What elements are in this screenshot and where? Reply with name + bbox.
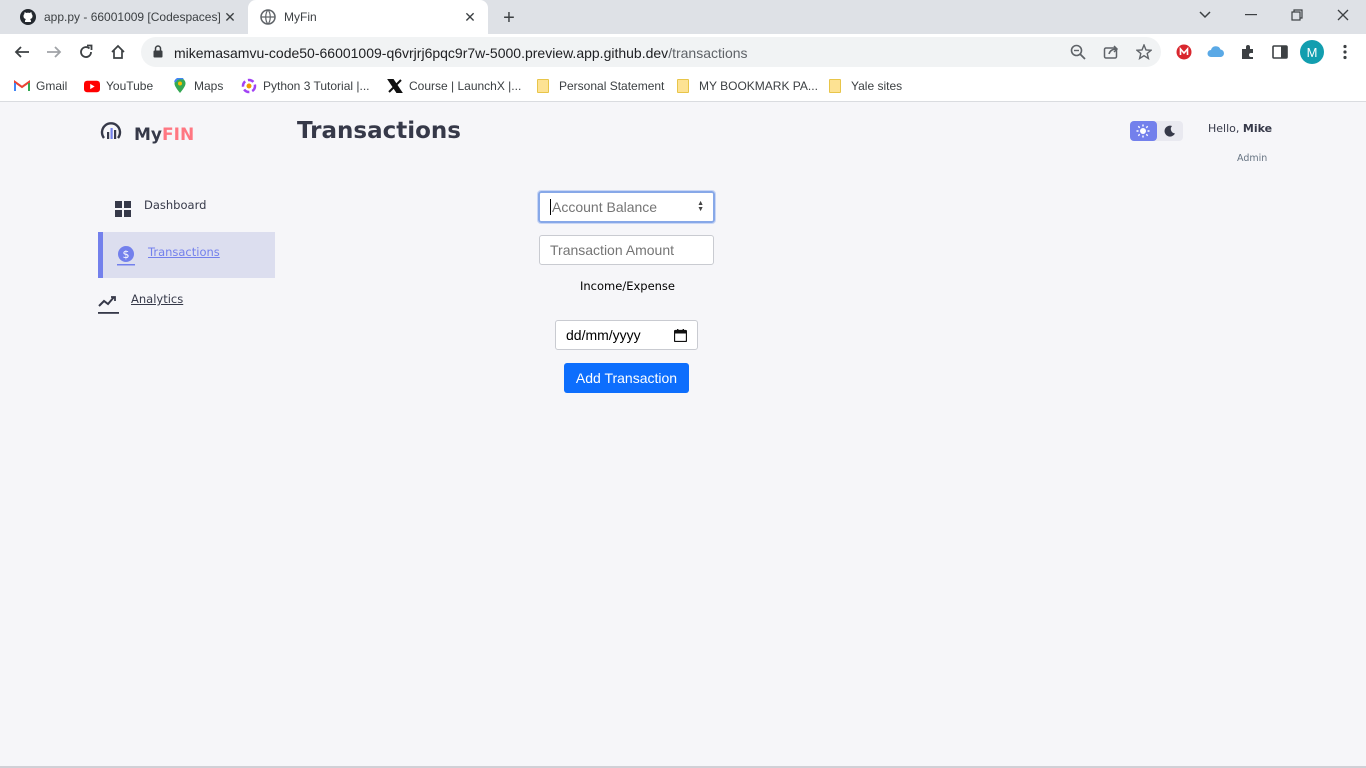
close-tab-icon[interactable]: ✕ [220,7,240,27]
bookmark-label: Course | LaunchX |... [409,79,522,93]
url-text: mikemasamvu-code50-66001009-q6vrjrj6pqc9… [174,45,748,61]
browser-toolbar: mikemasamvu-code50-66001009-q6vrjrj6pqc9… [0,34,1366,70]
logo-text: MyFIN [134,125,194,145]
sidebar-item-label: Dashboard [144,198,207,212]
globe-icon [260,9,276,25]
github-icon [20,9,36,25]
greeting-text: Hello, [1208,122,1240,135]
theme-toggler[interactable] [1130,121,1183,141]
youtube-icon [84,78,100,94]
new-tab-icon[interactable]: + [498,7,520,29]
transaction-amount-input[interactable]: Transaction Amount [539,235,714,265]
folder-icon [675,78,691,94]
logo-my: My [134,124,162,145]
bookmark-personal-statement[interactable]: Personal Statement [535,77,664,95]
folder-icon [535,78,551,94]
text-caret [550,199,551,215]
maps-icon [172,78,188,94]
back-arrow-icon[interactable] [10,40,34,64]
python-tutorial-icon [241,78,257,94]
bookmark-launchx[interactable]: Course | LaunchX |... [387,77,521,95]
account-balance-input[interactable]: Account Balance ▲ ▼ [537,190,716,224]
bookmark-my-bookmark-pa[interactable]: MY BOOKMARK PA... [675,77,818,95]
sidebar-item-label[interactable]: Transactions [148,245,220,259]
browser-tab-strip: app.py - 66001009 [Codespaces] ✕ MyFin ✕… [0,0,1366,34]
bookmark-label: Python 3 Tutorial |... [263,79,370,93]
extension-cloud-icon[interactable] [1206,42,1226,62]
moon-icon[interactable] [1157,121,1184,141]
date-placeholder: dd/mm/yyyy [566,327,641,343]
close-window-icon[interactable] [1320,0,1366,30]
home-icon[interactable] [106,40,130,64]
bookmark-python-tutorial[interactable]: Python 3 Tutorial |... [241,77,370,95]
close-tab-icon[interactable]: ✕ [460,7,480,27]
sidebar-item-label[interactable]: Analytics [131,292,183,306]
folder-icon [827,78,843,94]
bookmark-label: Maps [194,79,224,93]
zoom-icon[interactable] [1069,43,1087,61]
analytics-chart-icon [98,293,120,314]
bookmark-maps[interactable]: Maps [172,77,223,95]
browser-tab-myfin[interactable]: MyFin ✕ [248,0,488,34]
date-input[interactable]: dd/mm/yyyy [555,320,698,350]
sidebar-item-dashboard[interactable]: Dashboard [98,186,275,232]
bookmark-label: MY BOOKMARK PA... [699,79,818,93]
page-title: Transactions [297,118,461,144]
sidebar-item-transactions[interactable]: $ Transactions [98,232,275,278]
restore-icon[interactable] [1274,0,1320,30]
number-spinner-icon[interactable]: ▲ ▼ [697,200,704,213]
bookmark-yale-sites[interactable]: Yale sites [827,77,902,95]
app-logo[interactable]: MyFIN [100,121,194,148]
gmail-icon [14,78,30,94]
bookmark-label: YouTube [106,79,154,93]
sun-icon[interactable] [1130,121,1157,141]
url-host: mikemasamvu-code50-66001009-q6vrjrj6pqc9… [174,45,669,61]
forward-arrow-icon[interactable] [42,40,66,64]
browser-tab-codespaces[interactable]: app.py - 66001009 [Codespaces] ✕ [8,0,248,34]
side-panel-icon[interactable] [1270,42,1290,62]
share-icon[interactable] [1102,43,1120,61]
extension-mega-icon[interactable] [1174,42,1194,62]
tab-search-chevron-icon[interactable] [1182,0,1228,30]
bookmark-label: Personal Statement [559,79,665,93]
profile-avatar[interactable]: M [1300,40,1324,64]
transaction-amount-placeholder: Transaction Amount [550,242,674,258]
user-greeting: Hello, Mike [1208,122,1272,135]
calendar-icon[interactable] [673,329,688,345]
income-expense-label: Income/Expense [580,279,675,293]
logo-fin: FIN [162,124,195,145]
url-path: /transactions [668,45,748,61]
dashboard-grid-icon [113,199,133,219]
sidebar-item-analytics[interactable]: Analytics [98,280,275,326]
svg-text:$: $ [123,248,130,261]
user-role: Admin [1237,153,1268,164]
lock-icon[interactable] [153,45,163,63]
address-bar[interactable]: mikemasamvu-code50-66001009-q6vrjrj6pqc9… [141,37,1161,67]
reload-icon[interactable] [74,40,98,64]
extensions-puzzle-icon[interactable] [1238,42,1258,62]
bookmark-gmail[interactable]: Gmail [14,77,67,95]
tab-title: MyFin [284,10,317,24]
logo-chart-icon [100,121,122,148]
browser-menu-icon[interactable] [1335,42,1355,62]
minimize-icon[interactable] [1228,0,1274,30]
dollar-coin-icon: $ [116,245,136,266]
bookmark-label: Gmail [36,79,68,93]
user-name: Mike [1242,122,1273,135]
account-balance-placeholder: Account Balance [552,199,658,215]
bookmark-star-icon[interactable] [1135,43,1153,61]
bookmarks-bar: Gmail YouTube Maps Python 3 Tutorial |..… [0,70,1366,102]
tab-title: app.py - 66001009 [Codespaces] [44,10,220,24]
launchx-icon [387,78,403,94]
add-transaction-button[interactable]: Add Transaction [564,363,689,393]
bookmark-youtube[interactable]: YouTube [84,77,153,95]
bookmark-label: Yale sites [851,79,903,93]
